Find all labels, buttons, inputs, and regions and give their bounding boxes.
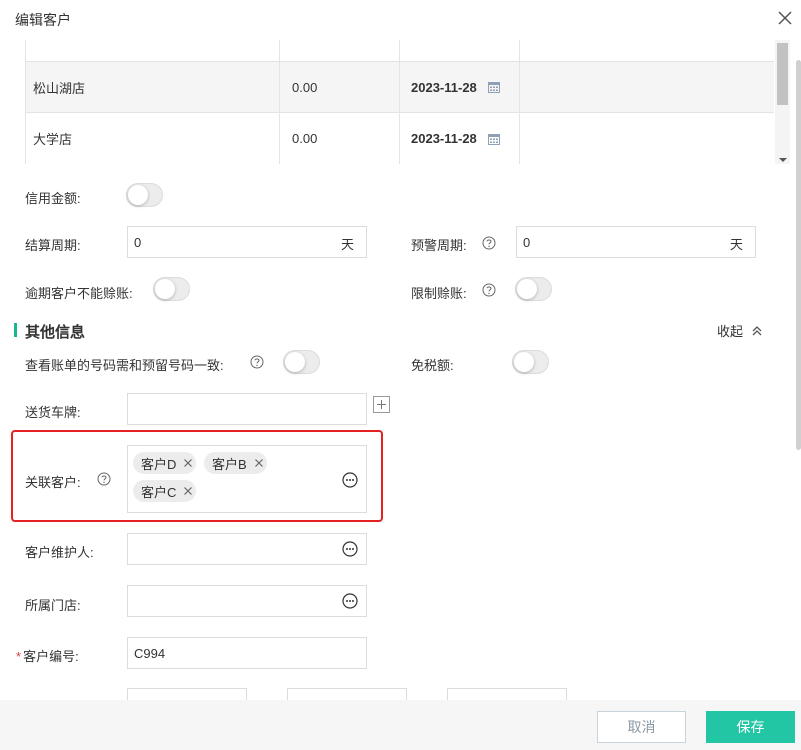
cancel-button[interactable]: 取消	[597, 711, 686, 743]
customer-no-value: C994	[134, 645, 166, 661]
table-scrollbar-thumb[interactable]	[777, 43, 788, 105]
settlement-value: 0	[134, 234, 142, 250]
table-row: 大学店 0.00 2023-11-28	[26, 113, 774, 164]
remove-tag-icon[interactable]	[180, 483, 196, 499]
customer-no-label-text: 客户编号:	[23, 649, 79, 664]
store-label: 所属门店:	[25, 598, 81, 613]
calendar-icon[interactable]	[487, 133, 500, 145]
credit-label: 信用金额:	[25, 191, 81, 206]
remove-tag-icon[interactable]	[180, 455, 196, 471]
collapse-label: 收起	[717, 324, 744, 339]
remove-tag-icon[interactable]	[251, 455, 267, 471]
overdue-label: 逾期客户不能赊账:	[25, 286, 133, 301]
limit-credit-label: 限制赊账:	[411, 286, 467, 301]
store-name-cell: 大学店	[26, 113, 280, 164]
partial-input[interactable]	[447, 688, 567, 700]
customer-no-input[interactable]: C994	[127, 637, 367, 669]
help-icon[interactable]	[482, 236, 496, 250]
customer-no-label: * 客户编号:	[16, 646, 79, 665]
warning-unit: 天	[729, 237, 743, 252]
customer-tag: 客户D	[133, 452, 197, 474]
credit-toggle[interactable]	[126, 183, 163, 207]
settlement-label: 结算周期:	[25, 238, 81, 253]
related-customers-input[interactable]: 客户D 客户B 客户C	[127, 445, 367, 513]
store-table: 松山湖店 0.00 2023-11-28 大学店 0.00 2023-11-28	[25, 40, 774, 164]
help-icon[interactable]	[250, 355, 264, 369]
dialog-header: 编辑客户	[0, 0, 801, 40]
table-row: 松山湖店 0.00 2023-11-28	[26, 62, 774, 113]
store-input[interactable]	[127, 585, 367, 617]
tag-label: 客户C	[141, 484, 177, 500]
warning-value: 0	[523, 234, 531, 250]
chevron-up-icon	[752, 325, 762, 335]
partial-input[interactable]	[287, 688, 407, 700]
section-accent-bar	[14, 323, 17, 337]
limit-credit-toggle[interactable]	[515, 277, 552, 301]
tag-label: 客户D	[141, 456, 177, 472]
partial-input[interactable]	[127, 688, 247, 700]
store-date-value: 2023-11-28	[411, 131, 477, 146]
required-marker: *	[16, 649, 22, 664]
dialog-body: 松山湖店 0.00 2023-11-28 大学店 0.00 2023-11-28…	[0, 40, 801, 700]
dialog-title: 编辑客户	[15, 12, 71, 28]
store-date-cell[interactable]: 2023-11-28	[400, 62, 520, 112]
table-scrollbar[interactable]	[775, 40, 790, 164]
store-date-value: 2023-11-28	[411, 79, 477, 95]
plate-label: 送货车牌:	[25, 405, 81, 420]
table-row	[26, 40, 774, 62]
maintainer-input[interactable]	[127, 533, 367, 565]
warning-input[interactable]: 0 天	[516, 226, 756, 258]
section-title: 其他信息	[25, 324, 86, 341]
save-button[interactable]: 保存	[706, 711, 795, 743]
close-icon[interactable]	[775, 8, 795, 28]
settlement-unit: 天	[340, 237, 354, 252]
dialog-scrollbar[interactable]	[796, 40, 801, 700]
help-icon[interactable]	[482, 283, 496, 297]
dialog-footer: 取消 保存	[0, 700, 801, 750]
plus-icon	[377, 400, 386, 409]
maintainer-label: 客户维护人:	[25, 545, 94, 560]
warning-label: 预警周期:	[411, 238, 467, 253]
customer-tag: 客户B	[204, 452, 267, 474]
bill-phone-toggle[interactable]	[283, 350, 320, 374]
more-options-icon[interactable]	[342, 593, 358, 609]
store-amount-cell: 0.00	[280, 62, 400, 112]
more-options-icon[interactable]	[342, 472, 358, 488]
related-label: 关联客户:	[25, 475, 81, 490]
help-icon[interactable]	[97, 472, 111, 486]
settlement-input[interactable]: 0 天	[127, 226, 367, 258]
collapse-toggle[interactable]: 收起	[717, 321, 763, 340]
add-plate-button[interactable]	[373, 396, 390, 413]
dialog-scrollbar-thumb[interactable]	[796, 60, 801, 450]
overdue-toggle[interactable]	[153, 277, 190, 301]
calendar-icon[interactable]	[487, 81, 500, 93]
store-amount-cell: 0.00	[280, 113, 400, 164]
customer-tag: 客户C	[133, 480, 197, 502]
store-name-cell: 松山湖店	[26, 62, 280, 112]
scroll-down-arrow-icon[interactable]	[779, 158, 787, 162]
plate-input[interactable]	[127, 393, 367, 425]
bill-phone-label: 查看账单的号码需和预留号码一致:	[25, 358, 224, 373]
tax-free-toggle[interactable]	[512, 350, 549, 374]
store-date-cell[interactable]: 2023-11-28	[400, 113, 520, 164]
tax-free-label: 免税额:	[411, 358, 454, 373]
tag-label: 客户B	[212, 456, 247, 472]
more-options-icon[interactable]	[342, 541, 358, 557]
